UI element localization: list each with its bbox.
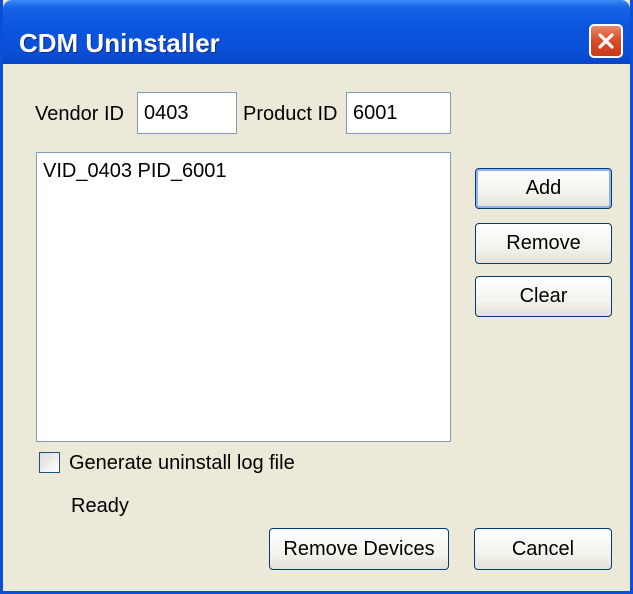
close-button[interactable] (589, 24, 623, 58)
generate-log-checkbox[interactable] (39, 452, 60, 473)
remove-button[interactable]: Remove (475, 223, 612, 264)
cdm-uninstaller-window: CDM Uninstaller Vendor ID Product ID VID… (0, 0, 633, 594)
remove-devices-button[interactable]: Remove Devices (269, 528, 449, 570)
clear-button[interactable]: Clear (475, 276, 612, 317)
list-item[interactable]: VID_0403 PID_6001 (37, 153, 450, 183)
status-text: Ready (71, 495, 129, 517)
device-listbox[interactable]: VID_0403 PID_6001 (36, 152, 451, 442)
vendor-id-input[interactable] (137, 92, 237, 134)
window-title: CDM Uninstaller (19, 28, 220, 58)
close-icon (598, 33, 614, 49)
product-id-input[interactable] (346, 92, 451, 134)
product-id-label: Product ID (243, 103, 338, 125)
title-bar[interactable]: CDM Uninstaller (3, 0, 630, 64)
add-button[interactable]: Add (475, 168, 612, 209)
cancel-button[interactable]: Cancel (474, 528, 612, 570)
generate-log-label[interactable]: Generate uninstall log file (69, 451, 295, 475)
vendor-id-label: Vendor ID (35, 103, 124, 125)
